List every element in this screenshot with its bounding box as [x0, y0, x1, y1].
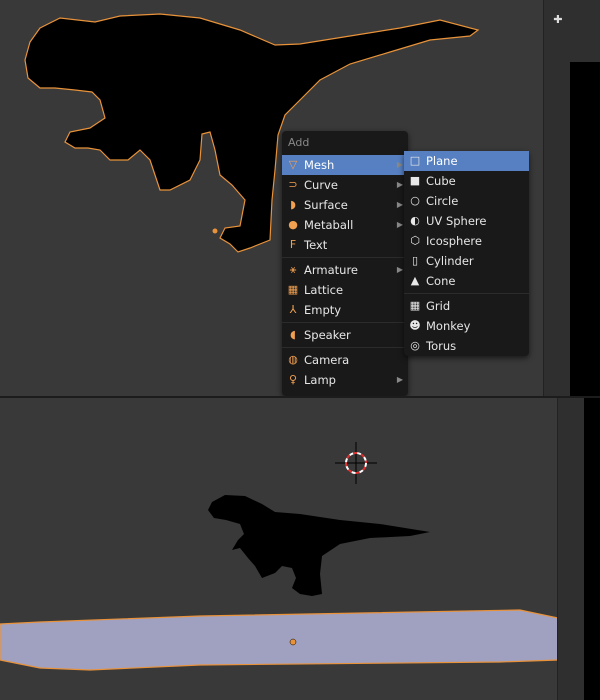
circle-icon: ○: [410, 194, 420, 207]
properties-region: [570, 62, 600, 396]
submenu-arrow-icon: ▶: [396, 200, 403, 209]
menu-item-cylinder[interactable]: ▯ Cylinder: [404, 251, 529, 271]
menu-item-armature[interactable]: ⚹ Armature ▶: [282, 260, 408, 280]
text-icon: F: [289, 238, 297, 251]
menu-item-camera[interactable]: ◍ Camera: [282, 350, 408, 370]
lamp-icon: ♀: [288, 373, 298, 386]
menu-item-label: Cone: [426, 274, 456, 288]
menu-item-label: Mesh: [304, 158, 335, 172]
plane-origin-point: [289, 638, 297, 646]
menu-item-curve[interactable]: ⊃ Curve ▶: [282, 175, 408, 195]
menu-item-label: Icosphere: [426, 234, 482, 248]
torus-icon: ◎: [410, 339, 420, 352]
properties-region-bottom: [584, 398, 600, 700]
lattice-icon: ▦: [287, 283, 299, 296]
empty-icon: ⅄: [289, 303, 297, 316]
plane-icon: □: [409, 154, 421, 167]
menu-separator: [282, 257, 408, 258]
menu-item-lattice[interactable]: ▦ Lattice: [282, 280, 408, 300]
menu-item-label: Grid: [426, 299, 451, 313]
menu-item-text[interactable]: F Text: [282, 235, 408, 255]
scene-view[interactable]: [0, 398, 600, 700]
metaball-icon: ●: [288, 218, 298, 231]
submenu-arrow-icon: ▶: [396, 180, 403, 189]
cube-icon: ■: [409, 174, 421, 187]
armature-icon: ⚹: [289, 263, 297, 276]
menu-item-label: Cylinder: [426, 254, 474, 268]
dinosaur-shape-small: [208, 495, 430, 596]
menu-item-label: Cube: [426, 174, 456, 188]
curve-icon: ⊃: [288, 178, 298, 191]
submenu-arrow-icon: ▶: [396, 265, 403, 274]
surface-icon: ◗: [290, 198, 296, 211]
menu-item-uv-sphere[interactable]: ◐ UV Sphere: [404, 211, 529, 231]
top-3d-viewport[interactable]: ✚ Add ▽ Mesh ▶ ⊃ Curve ▶ ◗ Surface ▶ ● M…: [0, 0, 600, 396]
cone-icon: ▲: [410, 274, 420, 287]
plus-icon[interactable]: ✚: [552, 14, 564, 26]
menu-item-label: Torus: [426, 339, 457, 353]
menu-item-label: UV Sphere: [426, 214, 487, 228]
speaker-icon: ◖: [290, 328, 296, 341]
menu-item-cube[interactable]: ■ Cube: [404, 171, 529, 191]
menu-item-label: Armature: [304, 263, 358, 277]
menu-item-torus[interactable]: ◎ Torus: [404, 336, 529, 356]
menu-item-surface[interactable]: ◗ Surface ▶: [282, 195, 408, 215]
menu-item-label: Lamp: [304, 373, 336, 387]
menu-separator: [404, 293, 529, 294]
menu-item-metaball[interactable]: ● Metaball ▶: [282, 215, 408, 235]
menu-item-speaker[interactable]: ◖ Speaker: [282, 325, 408, 345]
menu-item-label: Monkey: [426, 319, 471, 333]
menu-item-icosphere[interactable]: ⬡ Icosphere: [404, 231, 529, 251]
menu-separator: [282, 347, 408, 348]
menu-item-label: Lattice: [304, 283, 344, 297]
menu-item-label: Camera: [304, 353, 350, 367]
menu-item-mesh[interactable]: ▽ Mesh ▶: [282, 155, 408, 175]
menu-item-plane[interactable]: □ Plane: [404, 151, 529, 171]
menu-item-label: Plane: [426, 154, 458, 168]
mesh-submenu: □ Plane ■ Cube ○ Circle ◐ UV Sphere ⬡ Ic…: [404, 151, 529, 356]
menu-item-cone[interactable]: ▲ Cone: [404, 271, 529, 291]
cylinder-icon: ▯: [411, 254, 419, 267]
menu-item-label: Text: [304, 238, 328, 252]
menu-item-label: Speaker: [304, 328, 351, 342]
icosphere-icon: ⬡: [410, 234, 420, 247]
menu-title: Add: [288, 136, 310, 149]
menu-item-label: Empty: [304, 303, 342, 317]
ground-plane: [0, 609, 559, 671]
menu-separator: [282, 322, 408, 323]
menu-item-label: Circle: [426, 194, 459, 208]
camera-icon: ◍: [288, 353, 298, 366]
object-origin-point: [212, 228, 218, 234]
menu-item-label: Surface: [304, 198, 348, 212]
submenu-arrow-icon: ▶: [396, 375, 403, 384]
mesh-icon: ▽: [288, 158, 298, 171]
add-menu: Add ▽ Mesh ▶ ⊃ Curve ▶ ◗ Surface ▶ ● Met…: [282, 131, 408, 396]
bottom-3d-viewport[interactable]: [0, 398, 600, 700]
3d-cursor-icon: [335, 442, 377, 484]
submenu-arrow-icon: ▶: [396, 220, 403, 229]
menu-item-lamp[interactable]: ♀ Lamp ▶: [282, 370, 408, 390]
monkey-icon: ☻: [409, 319, 421, 332]
grid-icon: ▦: [409, 299, 421, 312]
submenu-arrow-icon: ▶: [396, 160, 403, 169]
menu-item-monkey[interactable]: ☻ Monkey: [404, 316, 529, 336]
menu-item-label: Metaball: [304, 218, 354, 232]
menu-item-grid[interactable]: ▦ Grid: [404, 296, 529, 316]
menu-item-label: Curve: [304, 178, 338, 192]
menu-item-empty[interactable]: ⅄ Empty: [282, 300, 408, 320]
menu-item-circle[interactable]: ○ Circle: [404, 191, 529, 211]
uv-sphere-icon: ◐: [410, 214, 420, 227]
